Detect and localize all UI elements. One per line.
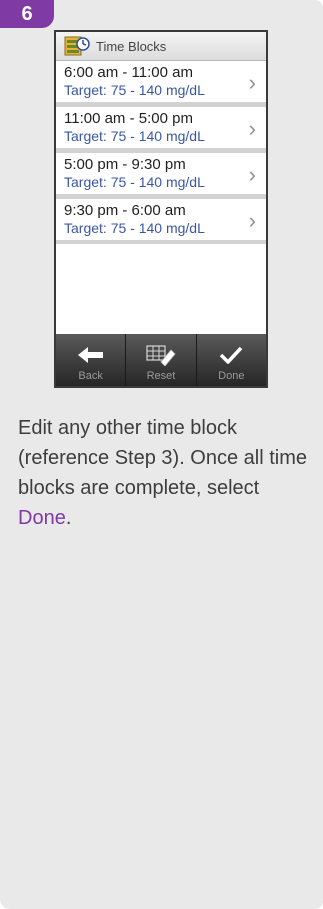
time-block-list: 6:00 am - 11:00 am Target: 75 - 140 mg/d… bbox=[56, 61, 266, 244]
device-screen: Time Blocks 6:00 am - 11:00 am Target: 7… bbox=[54, 30, 268, 388]
time-block-target: Target: 75 - 140 mg/dL bbox=[64, 174, 205, 190]
time-block-range: 11:00 am - 5:00 pm bbox=[64, 110, 193, 127]
time-block-target: Target: 75 - 140 mg/dL bbox=[64, 220, 205, 236]
chevron-right-icon: › bbox=[248, 70, 256, 95]
checkmark-icon bbox=[220, 346, 243, 364]
time-block-range: 9:30 pm - 6:00 am bbox=[64, 202, 186, 219]
bottom-toolbar: Back Reset Done bbox=[56, 334, 266, 386]
chevron-right-icon: › bbox=[248, 162, 256, 187]
time-block-target: Target: 75 - 140 mg/dL bbox=[64, 82, 205, 98]
instruction-text: Edit any other time block (reference Ste… bbox=[18, 413, 318, 533]
instruction-end: . bbox=[65, 507, 72, 529]
reset-button[interactable]: Reset bbox=[125, 334, 195, 386]
screen-header: Time Blocks bbox=[56, 32, 266, 61]
reset-grid-eraser-icon bbox=[146, 345, 176, 366]
time-block-item[interactable]: 5:00 pm - 9:30 pm Target: 75 - 140 mg/dL… bbox=[56, 153, 266, 199]
chevron-right-icon: › bbox=[248, 208, 256, 233]
done-button[interactable]: Done bbox=[195, 334, 266, 386]
done-label: Done bbox=[218, 370, 245, 382]
back-label: Back bbox=[78, 370, 103, 382]
time-block-item[interactable]: 6:00 am - 11:00 am Target: 75 - 140 mg/d… bbox=[56, 61, 266, 107]
reset-label: Reset bbox=[146, 370, 176, 382]
time-blocks-icon bbox=[64, 36, 90, 56]
time-block-target: Target: 75 - 140 mg/dL bbox=[64, 128, 205, 144]
instruction-body: Edit any other time block (reference Ste… bbox=[18, 417, 308, 499]
step-card: 6 Time Blocks 6:00 am - 11:00 am Target:… bbox=[0, 0, 323, 909]
time-block-item[interactable]: 11:00 am - 5:00 pm Target: 75 - 140 mg/d… bbox=[56, 107, 266, 153]
step-number-badge: 6 bbox=[0, 0, 54, 28]
done-highlight: Done bbox=[18, 507, 66, 529]
time-block-range: 6:00 am - 11:00 am bbox=[64, 64, 193, 81]
chevron-right-icon: › bbox=[248, 116, 256, 141]
time-block-range: 5:00 pm - 9:30 pm bbox=[64, 156, 186, 173]
back-arrow-icon bbox=[77, 347, 103, 363]
time-block-item[interactable]: 9:30 pm - 6:00 am Target: 75 - 140 mg/dL… bbox=[56, 199, 266, 244]
back-button[interactable]: Back bbox=[56, 334, 125, 386]
screen-title: Time Blocks bbox=[96, 38, 167, 54]
